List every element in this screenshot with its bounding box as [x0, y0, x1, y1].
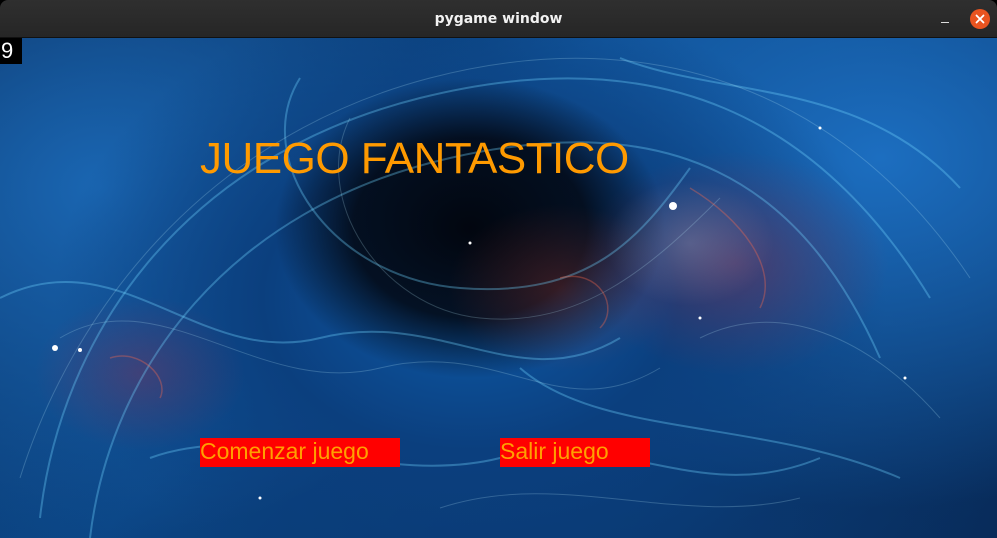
minimize-icon [941, 21, 949, 23]
exit-game-button[interactable]: Salir juego [500, 438, 650, 467]
close-button[interactable] [970, 9, 990, 29]
minimize-button[interactable] [935, 9, 955, 29]
score-counter: 9 [0, 38, 22, 64]
close-icon [975, 14, 985, 24]
window-titlebar[interactable]: pygame window [0, 0, 997, 38]
galaxy-nebula-background [0, 57, 971, 538]
start-game-button[interactable]: Comenzar juego [200, 438, 400, 467]
game-canvas[interactable]: 9 JUEGO FANTASTICO Comenzar juego Salir … [0, 38, 997, 538]
game-title: JUEGO FANTASTICO [200, 134, 629, 183]
pygame-window: pygame window 9 JUEGO FANTASTICO Comenza… [0, 0, 997, 538]
window-title: pygame window [434, 10, 563, 27]
